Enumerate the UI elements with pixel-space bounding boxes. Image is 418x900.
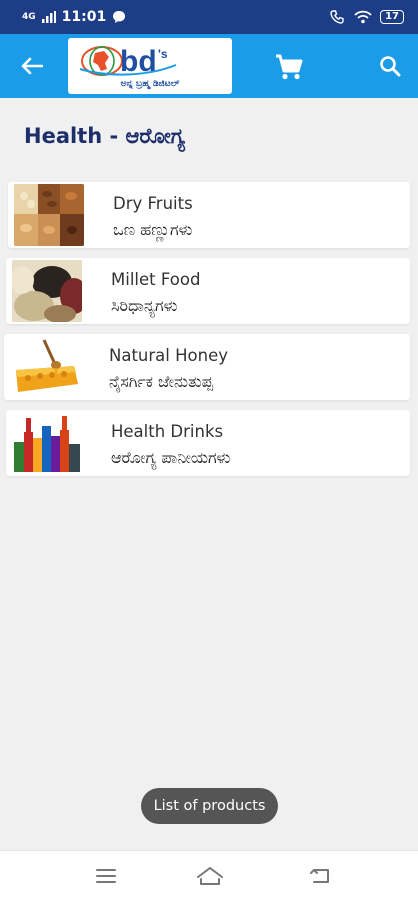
nav-home-button[interactable] — [195, 864, 225, 888]
signal-icon — [41, 11, 56, 23]
svg-text:'s: 's — [158, 47, 168, 61]
app-logo: bd 's ಅನ್ನ ಬ್ರಹ್ಮ ಡಿಜಿಟಲ್ — [68, 38, 232, 94]
search-icon — [380, 56, 401, 77]
status-time: 11:01 — [61, 9, 107, 25]
page-title: Health - ಆರೋಗ್ಯ — [24, 124, 186, 148]
natural-honey-image — [10, 336, 80, 398]
toast-message: List of products — [141, 788, 278, 824]
search-button[interactable] — [374, 50, 406, 82]
status-left: 4G 11:01 — [22, 9, 126, 25]
call-icon — [330, 10, 344, 24]
system-nav-bar — [0, 850, 418, 900]
category-name: Millet Food — [111, 270, 201, 289]
logo-wordmark: bd 's — [76, 43, 224, 77]
home-icon — [197, 867, 223, 885]
category-name: Natural Honey — [109, 346, 228, 365]
category-item-millet-food[interactable]: Millet Food ಸಿರಿಧಾನ್ಯಗಳು — [6, 258, 410, 324]
dry-fruits-image — [14, 184, 84, 246]
category-subtitle: ಆರೋಗ್ಯ ಪಾನೀಯಗಳು — [111, 448, 231, 467]
message-icon — [113, 11, 126, 23]
back-button[interactable] — [16, 50, 48, 82]
category-subtitle: ನೈಸರ್ಗಿಕ ಜೇನುತುಪ್ಪ — [109, 372, 214, 391]
battery-indicator: 17 — [380, 10, 404, 24]
menu-icon — [96, 869, 116, 883]
logo-tagline: ಅನ್ನ ಬ್ರಹ್ಮ ಡಿಜಿಟಲ್ — [120, 79, 180, 89]
category-name: Dry Fruits — [113, 194, 193, 213]
status-right: 17 — [330, 10, 404, 24]
category-name: Health Drinks — [111, 422, 224, 441]
logo-globe-mark: bd 's — [79, 45, 177, 77]
back-icon — [310, 869, 329, 883]
app-bar: bd 's ಅನ್ನ ಬ್ರಹ್ಮ ಡಿಜಿಟಲ್ — [0, 34, 418, 98]
cart-button[interactable] — [272, 50, 306, 84]
cart-icon — [276, 54, 303, 80]
nav-back-button[interactable] — [305, 864, 335, 888]
back-arrow-icon — [21, 57, 43, 75]
health-drinks-image — [12, 412, 82, 474]
category-item-dry-fruits[interactable]: Dry Fruits ಒಣ ಹಣ್ಣುಗಳು — [8, 182, 410, 248]
category-subtitle: ಸಿರಿಧಾನ್ಯಗಳು — [111, 296, 178, 315]
wifi-icon — [354, 10, 372, 24]
millet-food-image — [12, 260, 82, 322]
status-bar: 4G 11:01 17 — [0, 0, 418, 34]
category-subtitle: ಒಣ ಹಣ್ಣುಗಳು — [113, 220, 193, 239]
category-item-natural-honey[interactable]: Natural Honey ನೈಸರ್ಗಿಕ ಜೇನುತುಪ್ಪ — [4, 334, 410, 400]
network-indicator: 4G — [22, 12, 36, 22]
category-item-health-drinks[interactable]: Health Drinks ಆರೋಗ್ಯ ಪಾನೀಯಗಳು — [6, 410, 410, 476]
category-list: Dry Fruits ಒಣ ಹಣ್ಣುಗಳು Millet Food ಸಿರಿಧ… — [4, 182, 410, 486]
nav-menu-button[interactable] — [91, 864, 121, 888]
